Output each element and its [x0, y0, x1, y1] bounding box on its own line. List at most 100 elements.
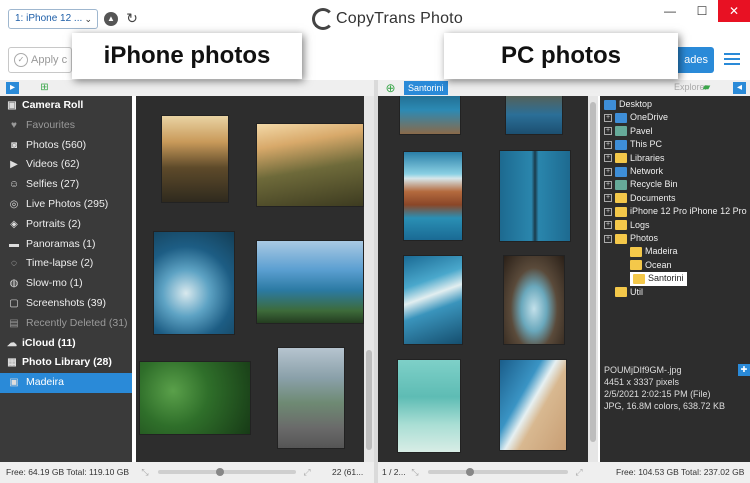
- tree-item-label: Pavel: [630, 125, 653, 136]
- photo-thumbnail[interactable]: [278, 348, 344, 448]
- expand-icon[interactable]: +: [604, 194, 612, 203]
- scrollbar-thumb[interactable]: [590, 102, 596, 442]
- sidebar-item[interactable]: ♥ Favourites: [0, 116, 132, 136]
- expand-icon[interactable]: +: [604, 140, 612, 149]
- photo-thumbnail[interactable]: [257, 241, 363, 323]
- iphone-footer: Free: 64.19 GB Total: 119.10 GB ⤡ ⤢ 22 (…: [0, 462, 374, 483]
- photo-thumbnail[interactable]: [404, 256, 462, 344]
- sidebar-item[interactable]: ◎ Live Photos (295): [0, 195, 132, 215]
- sidebar-item[interactable]: ▬ Panoramas (1): [0, 235, 132, 255]
- tree-item[interactable]: + Logs: [604, 219, 650, 232]
- photo-thumbnail[interactable]: [257, 124, 363, 206]
- sidebar-item[interactable]: ▣ Madeira: [0, 373, 132, 393]
- sidebar-item[interactable]: ▣ Camera Roll: [0, 96, 132, 116]
- expand-icon[interactable]: +: [604, 127, 612, 136]
- pc-grid-scrollbar[interactable]: [588, 96, 598, 462]
- pc-zoom-slider[interactable]: [428, 468, 568, 476]
- zoom-in-icon[interactable]: ⤢: [574, 467, 584, 477]
- tree-item[interactable]: Santorini: [630, 272, 687, 286]
- sidebar-item[interactable]: ◍ Slow-mo (1): [0, 274, 132, 294]
- chevron-down-icon: ⌄: [84, 14, 92, 24]
- tree-item[interactable]: + This PC: [604, 138, 662, 151]
- close-button[interactable]: ✕: [718, 0, 750, 22]
- tree-item[interactable]: + OneDrive: [604, 111, 668, 124]
- photo-thumbnail[interactable]: [140, 362, 250, 434]
- tree-item-label: Documents: [630, 192, 676, 203]
- photo-thumbnail[interactable]: [400, 96, 460, 134]
- expand-icon[interactable]: +: [604, 154, 612, 163]
- sidebar-item[interactable]: ◌ Time-lapse (2): [0, 254, 132, 274]
- iphone-sidebar: ▣ Camera Roll ♥ Favourites ◙ Photos (560) ▶ Vid…: [0, 96, 132, 462]
- tree-item[interactable]: Madeira: [630, 245, 678, 258]
- folder-icon: [615, 287, 627, 298]
- zoom-out-icon[interactable]: ⤡: [140, 467, 150, 477]
- collapse-sidebar-icon[interactable]: ▸: [6, 82, 19, 94]
- tree-item[interactable]: + Documents: [604, 192, 676, 205]
- iphone-zoom-slider-knob[interactable]: [216, 468, 225, 476]
- sidebar-item[interactable]: ☁ iCloud (11): [0, 334, 132, 354]
- sidebar-item[interactable]: ▶ Videos (62): [0, 155, 132, 175]
- zoom-out-icon[interactable]: ⤡: [410, 467, 420, 477]
- timelapse-icon: ◌: [11, 258, 17, 270]
- expand-icon[interactable]: +: [604, 114, 612, 123]
- folder-icon[interactable]: ▰: [700, 82, 713, 94]
- slowmo-icon: ◍: [9, 278, 19, 290]
- new-album-icon[interactable]: ⊞: [38, 82, 51, 94]
- tree-item[interactable]: + Recycle Bin: [604, 178, 678, 191]
- pin-icon[interactable]: ✚: [738, 364, 750, 376]
- apply-changes-button[interactable]: ✓ Apply c: [8, 47, 72, 73]
- photo-thumbnail[interactable]: [504, 256, 564, 344]
- panel-divider[interactable]: [374, 80, 378, 483]
- expand-icon[interactable]: [604, 288, 612, 296]
- pc-album-tag[interactable]: Santorini: [404, 81, 448, 95]
- trash-icon: ▤: [9, 317, 19, 329]
- sidebar-item[interactable]: ◈ Portraits (2): [0, 215, 132, 235]
- tree-item[interactable]: + Photos: [604, 232, 658, 245]
- copytrans-logo-icon: [312, 8, 334, 30]
- maximize-button[interactable]: ☐: [686, 0, 718, 22]
- tree-item[interactable]: Ocean: [630, 259, 672, 272]
- expand-icon[interactable]: +: [604, 167, 612, 176]
- tree-item[interactable]: Desktop: [604, 98, 652, 111]
- refresh-icon[interactable]: ↻: [124, 10, 140, 26]
- sidebar-item[interactable]: ▢ Screenshots (39): [0, 294, 132, 314]
- photo-thumbnail[interactable]: [500, 151, 570, 241]
- device-select[interactable]: 1: iPhone 12 ... ⌄: [8, 9, 98, 29]
- expand-icon[interactable]: +: [604, 207, 612, 216]
- expand-icon[interactable]: +: [604, 181, 612, 190]
- sidebar-item[interactable]: ▤ Recently Deleted (31): [0, 314, 132, 334]
- collapse-explorer-icon[interactable]: ◂: [733, 82, 746, 94]
- expand-icon[interactable]: +: [604, 221, 612, 230]
- pc-zoom-slider-knob[interactable]: [466, 468, 474, 476]
- eject-icon[interactable]: ▲: [104, 12, 118, 26]
- sidebar-item[interactable]: ◙ Photos (560): [0, 136, 132, 156]
- photo-thumbnail[interactable]: [404, 152, 462, 240]
- sidebar-item-label: Videos (62): [26, 158, 80, 171]
- tree-item[interactable]: Util: [604, 286, 643, 299]
- photo-thumbnail[interactable]: [162, 116, 228, 202]
- tree-item[interactable]: + iPhone 12 Pro iPhone 12 Pro: [604, 205, 747, 218]
- menu-icon[interactable]: [724, 50, 740, 66]
- iphone-grid-scrollbar[interactable]: [364, 96, 374, 462]
- photo-thumbnail[interactable]: [506, 96, 562, 134]
- photo-thumbnail[interactable]: [398, 360, 460, 452]
- sidebar-item-label: Favourites: [26, 118, 76, 131]
- minimize-button[interactable]: —: [654, 0, 686, 22]
- recycle-bin-icon: [615, 180, 627, 191]
- tree-item[interactable]: + Network: [604, 165, 663, 178]
- add-folder-icon[interactable]: ⊕: [384, 82, 397, 94]
- iphone-zoom-slider[interactable]: [158, 468, 296, 476]
- tree-item[interactable]: + Libraries: [604, 152, 665, 165]
- sidebar-item[interactable]: ▦ Photo Library (28): [0, 353, 132, 373]
- zoom-in-icon[interactable]: ⤢: [302, 467, 312, 477]
- photo-thumbnail[interactable]: [154, 232, 234, 334]
- tree-item-label: Logs: [630, 219, 650, 230]
- video-icon: ▶: [10, 159, 18, 171]
- scrollbar-thumb[interactable]: [366, 350, 372, 450]
- pc-footer: 1 / 2... ⤡ ⤢ Free: 104.53 GB Total: 237.…: [378, 462, 750, 483]
- sidebar-item[interactable]: ☺ Selfies (27): [0, 175, 132, 195]
- expand-icon[interactable]: +: [604, 234, 612, 243]
- photo-thumbnail[interactable]: [500, 360, 566, 450]
- sidebar-item-label: Slow-mo (1): [26, 277, 83, 290]
- tree-item[interactable]: + Pavel: [604, 125, 653, 138]
